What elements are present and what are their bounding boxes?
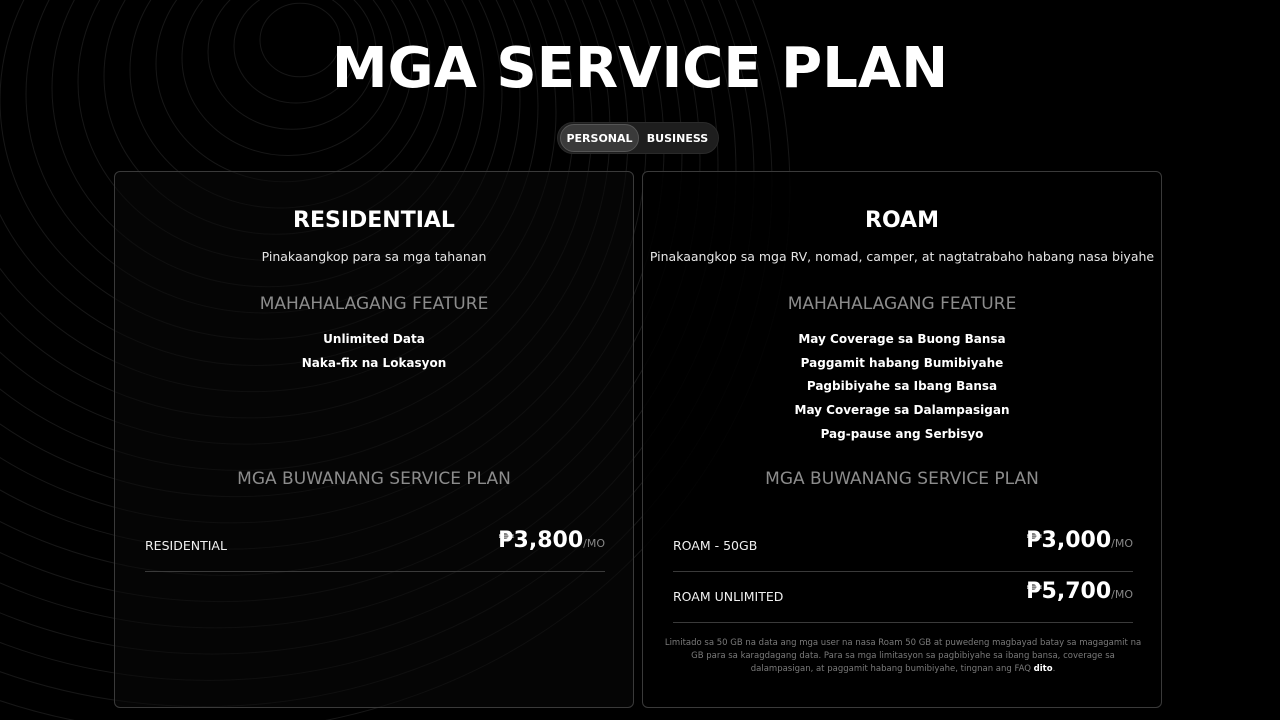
feature-item: Pag-pause ang Serbisyo bbox=[820, 426, 984, 441]
monthly-plans-heading: MGA BUWANANG SERVICE PLAN bbox=[237, 469, 511, 489]
price-amount: ₱3,000 bbox=[1026, 528, 1112, 553]
price-unit: /MO bbox=[583, 537, 605, 550]
plan-type-toggle: PERSONAL BUSINESS bbox=[557, 122, 719, 154]
plan-option-row[interactable]: ROAM UNLIMITED ₱5,700/MO bbox=[673, 573, 1133, 623]
price-unit: /MO bbox=[1111, 588, 1133, 601]
features-heading: MAHAHALAGANG FEATURE bbox=[787, 294, 1017, 314]
feature-item: Paggamit habang Bumibiyahe bbox=[800, 355, 1004, 370]
plan-option-name: RESIDENTIAL bbox=[145, 538, 227, 553]
feature-item: Naka-fix na Lokasyon bbox=[301, 355, 447, 370]
plan-option-row[interactable]: ROAM - 50GB ₱3,000/MO bbox=[673, 522, 1133, 572]
plan-option-name: ROAM UNLIMITED bbox=[673, 589, 784, 604]
footnote-text: Limitado sa 50 GB na data ang mga user n… bbox=[664, 638, 1142, 674]
footnote: Limitado sa 50 GB na data ang mga user n… bbox=[663, 637, 1143, 676]
plan-card-subtitle: Pinakaangkop sa mga RV, nomad, camper, a… bbox=[649, 249, 1155, 264]
price-amount: ₱3,800 bbox=[498, 528, 584, 553]
plan-option-row[interactable]: RESIDENTIAL ₱3,800/MO bbox=[145, 522, 605, 572]
features-list: Unlimited Data Naka-fix na Lokasyon bbox=[115, 328, 633, 375]
plan-card-residential: RESIDENTIAL Pinakaangkop para sa mga tah… bbox=[114, 171, 634, 708]
page: MGA SERVICE PLAN PERSONAL BUSINESS RESID… bbox=[0, 0, 1280, 720]
plan-card-subtitle: Pinakaangkop para sa mga tahanan bbox=[261, 249, 487, 264]
plan-card-roam: ROAM Pinakaangkop sa mga RV, nomad, camp… bbox=[642, 171, 1162, 708]
feature-item: May Coverage sa Dalampasigan bbox=[794, 403, 1010, 418]
features-heading: MAHAHALAGANG FEATURE bbox=[259, 294, 489, 314]
feature-item: May Coverage sa Buong Bansa bbox=[798, 332, 1006, 346]
monthly-plans-heading: MGA BUWANANG SERVICE PLAN bbox=[765, 469, 1039, 489]
price-amount: ₱5,700 bbox=[1026, 579, 1112, 604]
features-list: May Coverage sa Buong Bansa Paggamit hab… bbox=[643, 328, 1161, 447]
plan-option-price: ₱3,800/MO bbox=[498, 528, 605, 553]
plan-option-name: ROAM - 50GB bbox=[673, 538, 758, 553]
plan-option-price: ₱3,000/MO bbox=[1026, 528, 1133, 553]
plan-card-title: ROAM bbox=[865, 208, 939, 233]
price-unit: /MO bbox=[1111, 537, 1133, 550]
plan-option-price: ₱5,700/MO bbox=[1026, 579, 1133, 604]
faq-link[interactable]: dito bbox=[1034, 664, 1053, 674]
feature-item: Unlimited Data bbox=[323, 332, 425, 346]
plan-card-title: RESIDENTIAL bbox=[293, 208, 455, 233]
toggle-personal-button[interactable]: PERSONAL bbox=[560, 124, 639, 152]
toggle-business-button[interactable]: BUSINESS bbox=[639, 124, 716, 152]
feature-item: Pagbibiyahe sa Ibang Bansa bbox=[806, 379, 998, 394]
footnote-end: . bbox=[1052, 664, 1056, 674]
page-title: MGA SERVICE PLAN bbox=[331, 36, 949, 101]
